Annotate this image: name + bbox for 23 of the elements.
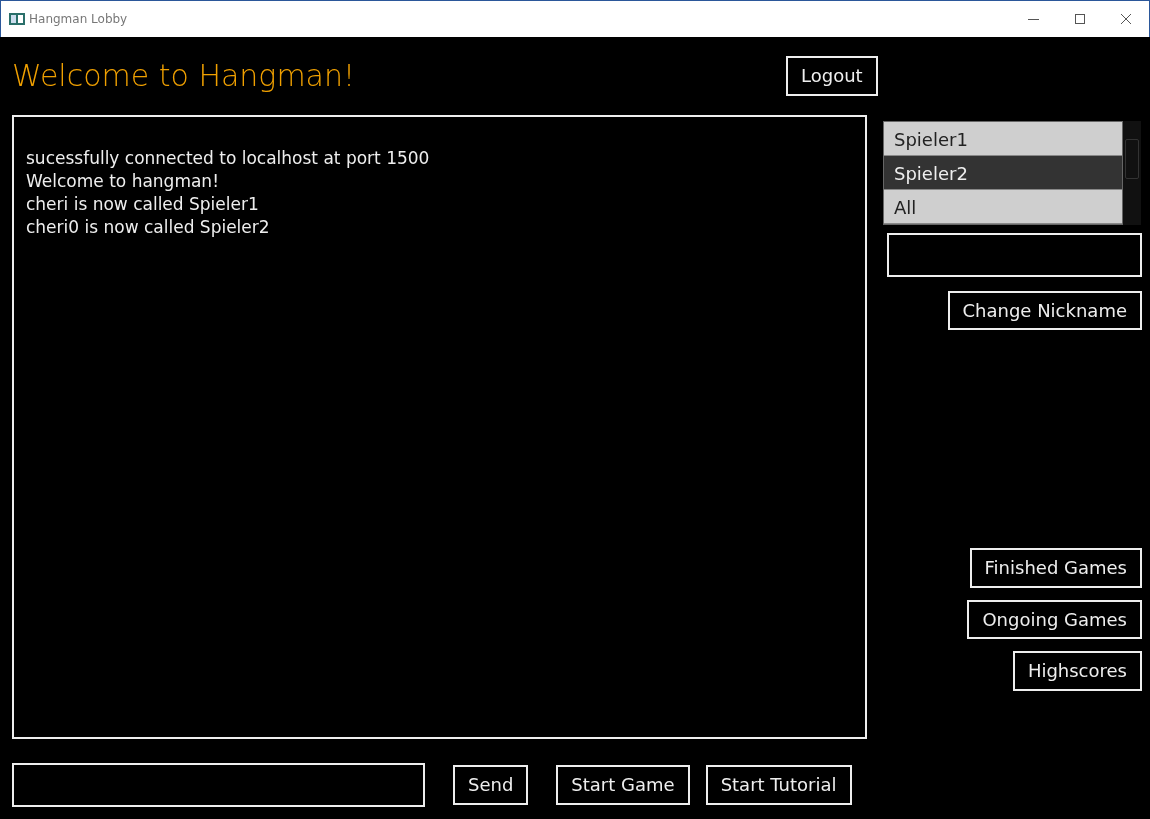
start-tutorial-button[interactable]: Start Tutorial	[705, 765, 852, 805]
send-button[interactable]: Send	[453, 765, 529, 805]
change-nickname-button[interactable]: Change Nickname	[947, 291, 1142, 331]
games-button[interactable]: Highscores	[1012, 651, 1142, 691]
welcome-heading: Welcome to Hangman!	[12, 58, 356, 94]
chat-message: cheri0 is now called Spieler2	[26, 215, 271, 239]
minimize-icon[interactable]	[1028, 18, 1039, 20]
chat-message: Welcome to hangman!	[26, 169, 220, 193]
chat-message: cheri is now called Spieler1	[26, 192, 260, 216]
app-icon	[9, 13, 25, 25]
games-button[interactable]: Ongoing Games	[967, 599, 1142, 640]
player-item[interactable]: All	[884, 190, 1122, 224]
message-field[interactable]	[12, 763, 425, 807]
maximize-icon[interactable]	[1075, 14, 1085, 24]
window-title: Hangman Lobby	[29, 11, 128, 28]
chat-message: sucessfully connected to localhost at port 1500	[26, 147, 431, 170]
nickname-field[interactable]	[887, 233, 1142, 277]
close-icon[interactable]	[1121, 14, 1131, 24]
logout-button[interactable]: Logout	[786, 56, 878, 96]
start-game-button[interactable]: Start Game	[556, 765, 690, 805]
games-button[interactable]: Finished Games	[969, 548, 1142, 588]
player-item[interactable]: Spieler2	[884, 156, 1122, 190]
scrollbar[interactable]	[1123, 121, 1141, 225]
